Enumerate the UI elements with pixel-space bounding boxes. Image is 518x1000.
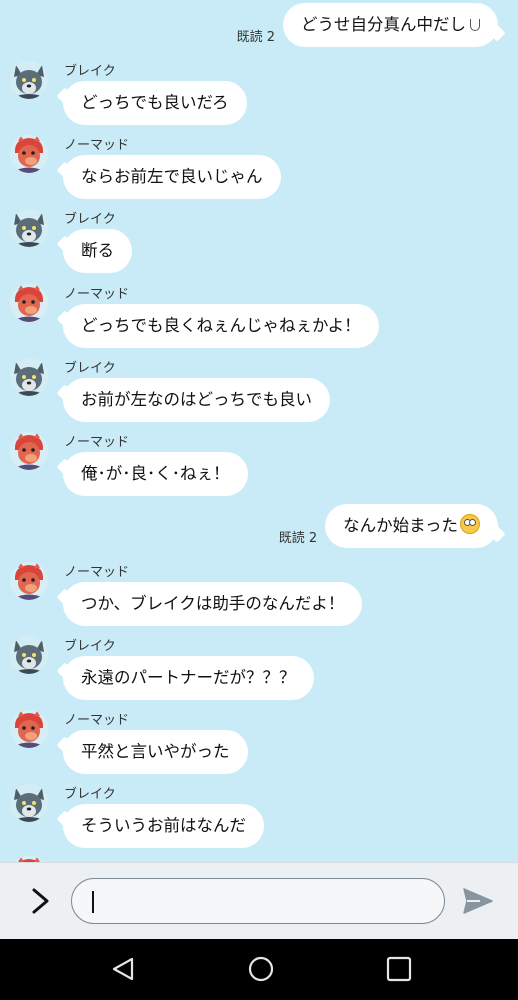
avatar[interactable] <box>10 61 48 99</box>
system-nav-bar <box>0 939 518 1000</box>
sender-name: ブレイク <box>64 787 116 802</box>
chevron-right-icon[interactable] <box>27 885 55 917</box>
avatar[interactable] <box>10 432 48 470</box>
message-bubble[interactable]: つか、ブレイクは助手のなんだよ！ <box>63 582 363 626</box>
outgoing-message: 既読 2 なんか始まった <box>279 504 498 548</box>
read-receipt: 既読 2 <box>278 531 318 546</box>
sender-name: ブレイク <box>64 212 116 227</box>
sweat-drop-icon <box>470 19 480 31</box>
message-bubble[interactable]: そういうお前はなんだ <box>63 804 264 848</box>
avatar[interactable] <box>10 710 48 748</box>
avatar[interactable] <box>10 636 48 674</box>
eye-roll-emoji-icon <box>460 514 480 534</box>
avatar[interactable] <box>10 209 48 247</box>
message-bubble[interactable]: 平然と言いやがった <box>63 730 248 774</box>
read-receipt: 既読 2 <box>236 30 275 45</box>
avatar[interactable] <box>10 135 48 173</box>
sender-name: ブレイク <box>64 64 116 79</box>
avatar[interactable] <box>10 784 48 822</box>
message-text: なんか始まった <box>343 516 458 535</box>
message-bubble[interactable]: お前が左なのはどっちでも良い <box>63 378 330 422</box>
message-input[interactable] <box>71 878 445 924</box>
message-text: どうせ自分真ん中だし <box>301 15 466 34</box>
message-bubble[interactable]: 永遠のパートナーだが？？？ <box>63 656 314 700</box>
sender-name: ノーマッド <box>64 435 130 450</box>
message-bubble[interactable]: なんか始まった <box>325 504 498 548</box>
sender-name: ノーマッド <box>64 713 130 728</box>
message-bubble[interactable]: どっちでも良くねぇんじゃねぇかよ！ <box>63 304 379 348</box>
message-bubble[interactable]: どうせ自分真ん中だし <box>283 3 498 47</box>
chat-area[interactable]: 既読 2 どうせ自分真ん中だし ブレイク どっちでも良いだろ ノーマッド ならお… <box>0 0 518 862</box>
sender-name: ノーマッド <box>64 138 130 153</box>
text-caret <box>92 891 94 913</box>
home-circle-icon[interactable] <box>248 956 274 982</box>
sender-name: ブレイク <box>64 639 116 654</box>
recent-square-icon[interactable] <box>386 956 412 982</box>
message-input-bar <box>0 862 518 940</box>
back-triangle-icon[interactable] <box>110 956 136 982</box>
avatar[interactable] <box>10 562 48 600</box>
avatar[interactable] <box>10 358 48 396</box>
message-bubble[interactable]: 俺･が･良･く･ねぇ！ <box>63 452 248 496</box>
sender-name: ノーマッド <box>64 287 130 302</box>
sender-name: ノーマッド <box>64 565 130 580</box>
sender-name: ブレイク <box>64 361 116 376</box>
message-bubble[interactable]: ならお前左で良いじゃん <box>63 155 281 199</box>
message-bubble[interactable]: どっちでも良いだろ <box>63 81 247 125</box>
avatar[interactable] <box>10 284 48 322</box>
send-icon[interactable] <box>462 886 494 916</box>
outgoing-message: 既読 2 どうせ自分真ん中だし <box>237 3 498 47</box>
message-bubble[interactable]: 断る <box>63 229 132 273</box>
